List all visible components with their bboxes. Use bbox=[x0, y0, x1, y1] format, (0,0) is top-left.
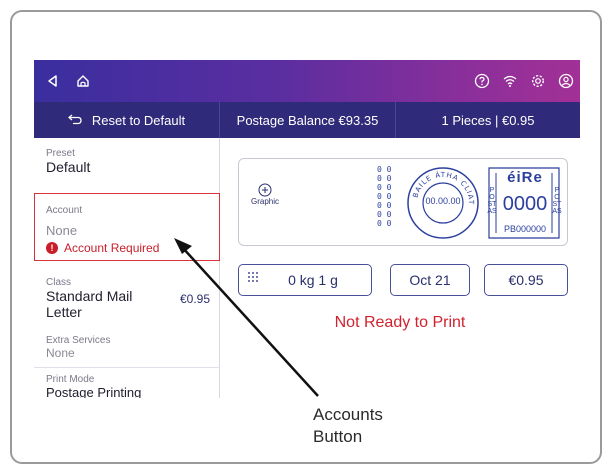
user-icon[interactable] bbox=[554, 60, 578, 102]
zero-row: 0 0 bbox=[377, 165, 392, 174]
callout-line2: Button bbox=[313, 427, 363, 446]
preset-label: Preset bbox=[46, 148, 75, 159]
print-mode-value: Postage Printing bbox=[46, 385, 142, 398]
zero-row: 0 0 bbox=[377, 201, 392, 210]
meter-indicia: éiRe 0000 PB000000 POSTAS POSTAS bbox=[485, 165, 563, 241]
home-icon[interactable] bbox=[70, 60, 96, 102]
account-label: Account bbox=[46, 205, 83, 216]
extra-services-value: None bbox=[46, 346, 75, 360]
account-button[interactable]: Account None ! Account Required bbox=[34, 193, 220, 261]
reset-label: Reset to Default bbox=[91, 112, 186, 128]
account-warning-text: Account Required bbox=[64, 241, 160, 255]
class-value-line2: Letter bbox=[46, 304, 82, 320]
weight-value: 0 kg 1 g bbox=[288, 272, 338, 288]
back-icon[interactable] bbox=[40, 60, 66, 102]
weight-button[interactable]: 0 kg 1 g bbox=[238, 264, 372, 296]
amount-button[interactable]: €0.95 bbox=[484, 264, 568, 296]
indicia-brand: éiRe bbox=[507, 169, 543, 186]
divider bbox=[34, 367, 220, 368]
postmark: BAILE ÁTHA CLIATH 00.00.00 bbox=[405, 165, 481, 241]
graphic-label: Graphic bbox=[251, 197, 280, 206]
callout-line1: Accounts bbox=[313, 405, 383, 424]
help-icon[interactable] bbox=[470, 60, 494, 102]
zero-row: 0 0 bbox=[377, 210, 392, 219]
indicia-side-right: POSTAS bbox=[552, 187, 562, 215]
indicia-meter-id: PB000000 bbox=[503, 224, 547, 234]
indicia-amount: 0000 bbox=[502, 193, 548, 215]
callout-label: Accounts Button bbox=[313, 404, 383, 448]
print-mode-item[interactable]: Print Mode Postage Printing bbox=[46, 374, 141, 398]
graphic-button[interactable]: Graphic bbox=[251, 183, 279, 206]
print-status: Not Ready to Print bbox=[334, 314, 466, 331]
preset-item[interactable]: Preset Default bbox=[46, 148, 90, 175]
zero-row: 0 0 bbox=[377, 219, 392, 228]
warning-icon: ! bbox=[46, 242, 58, 254]
pieces-counter[interactable]: 1 Pieces | €0.95 bbox=[396, 102, 580, 138]
add-graphic-icon bbox=[251, 183, 279, 197]
zero-row: 0 0 bbox=[377, 183, 392, 192]
class-price: €0.95 bbox=[179, 292, 210, 306]
extra-services-label: Extra Services bbox=[46, 335, 111, 346]
scale-icon bbox=[247, 271, 259, 285]
main-panel: Graphic 0 0 0 0 0 0 0 0 0 0 0 0 0 0 BAIL… bbox=[220, 138, 580, 398]
class-label: Class bbox=[46, 277, 72, 288]
reset-to-default-button[interactable]: Reset to Default bbox=[34, 102, 220, 138]
postage-balance[interactable]: Postage Balance €93.35 bbox=[220, 102, 396, 138]
top-bar bbox=[34, 60, 580, 102]
settings-sidebar: Preset Default Account None ! Account Re… bbox=[34, 138, 220, 398]
zero-column: 0 0 0 0 0 0 0 0 0 0 0 0 0 0 bbox=[377, 165, 397, 228]
zero-row: 0 0 bbox=[377, 174, 392, 183]
device-screen: Reset to Default Postage Balance €93.35 … bbox=[34, 60, 580, 398]
settings-icon[interactable] bbox=[526, 60, 550, 102]
class-item[interactable]: Class Standard Mail Letter €0.95 bbox=[46, 277, 214, 320]
preset-value: Default bbox=[46, 159, 91, 175]
account-value: None bbox=[46, 223, 78, 238]
wifi-icon[interactable] bbox=[498, 60, 522, 102]
zero-row: 0 0 bbox=[377, 192, 392, 201]
info-bar: Reset to Default Postage Balance €93.35 … bbox=[34, 102, 580, 138]
account-required-warning: ! Account Required bbox=[46, 241, 159, 255]
reset-icon bbox=[67, 114, 82, 126]
postmark-date: 00.00.00 bbox=[425, 196, 461, 206]
print-mode-label: Print Mode bbox=[46, 374, 95, 385]
date-button[interactable]: Oct 21 bbox=[390, 264, 470, 296]
indicia-side-left: POSTAS bbox=[487, 187, 497, 215]
extra-services-item[interactable]: Extra Services None bbox=[46, 335, 110, 360]
postage-preview[interactable]: Graphic 0 0 0 0 0 0 0 0 0 0 0 0 0 0 BAIL… bbox=[238, 158, 568, 246]
